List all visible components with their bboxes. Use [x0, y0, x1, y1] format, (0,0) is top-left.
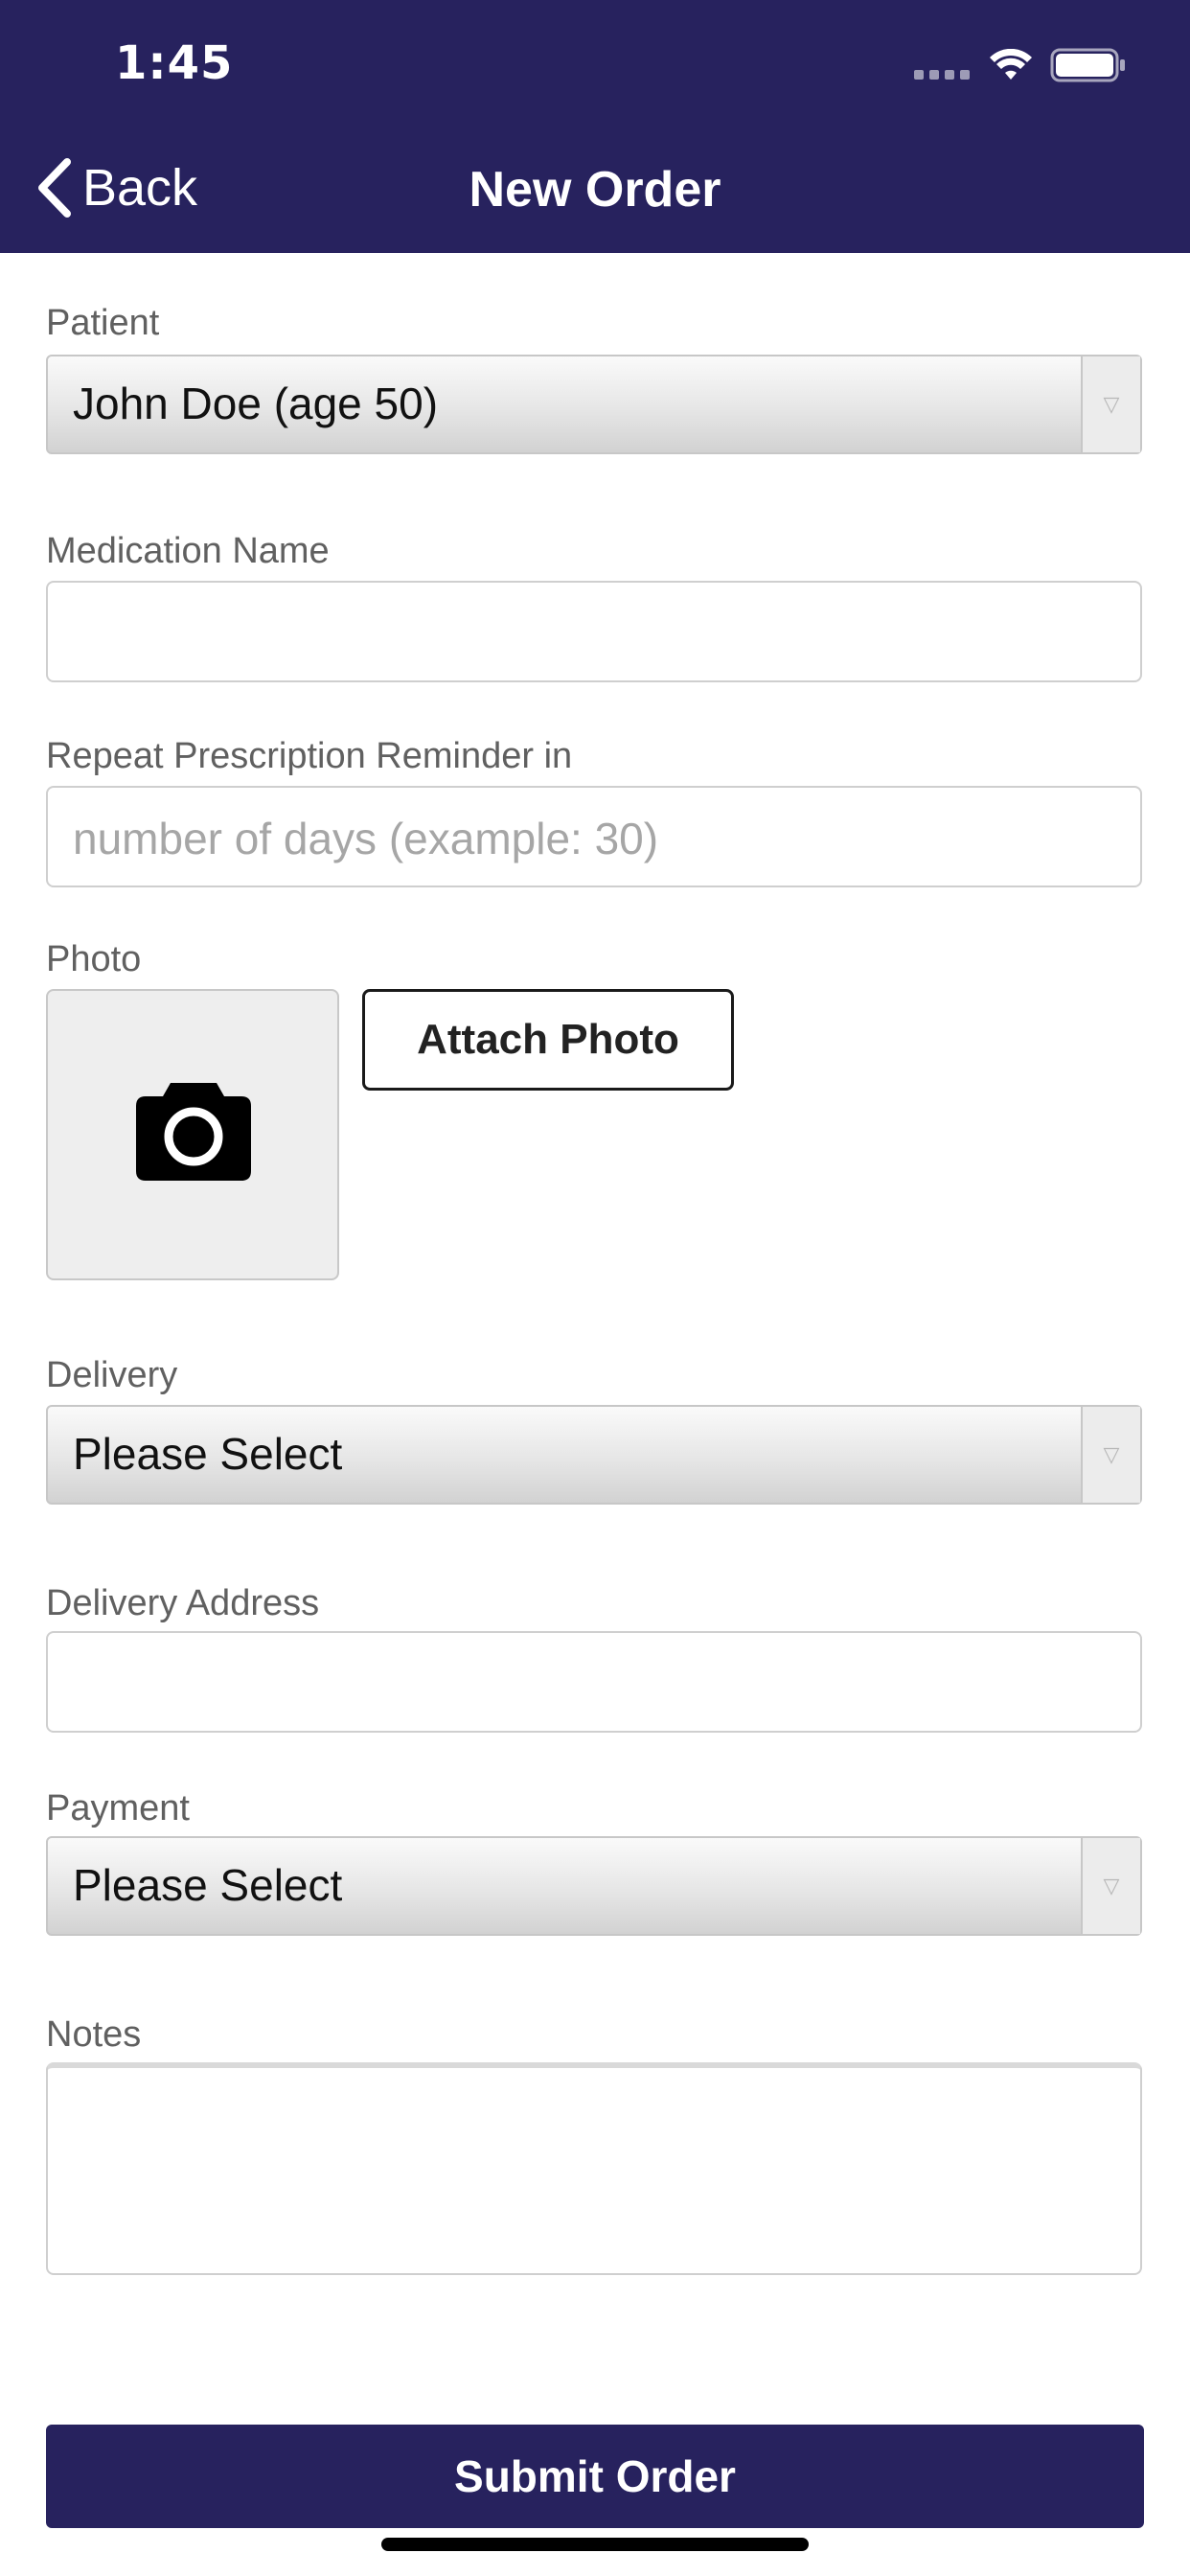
notes-textarea[interactable] [46, 2062, 1142, 2275]
delivery-select-value: Please Select [73, 1429, 343, 1479]
reminder-days-input[interactable]: number of days (example: 30) [46, 786, 1142, 887]
wifi-icon [990, 49, 1032, 80]
chevron-down-icon: ▽ [1081, 356, 1140, 452]
patient-select-value: John Doe (age 50) [73, 379, 439, 428]
app-header: 1:45 Back New Order [0, 0, 1190, 253]
delivery-address-label: Delivery Address [46, 1583, 320, 1623]
reminder-days-placeholder: number of days (example: 30) [73, 814, 659, 863]
chevron-down-icon: ▽ [1081, 1838, 1140, 1934]
status-icons [914, 46, 1127, 84]
cellular-signal-icon [914, 51, 970, 80]
home-indicator [381, 2538, 809, 2551]
reminder-label: Repeat Prescription Reminder in [46, 736, 573, 776]
notes-label: Notes [46, 2014, 142, 2055]
medication-name-label: Medication Name [46, 531, 330, 571]
delivery-select[interactable]: Please Select ▽ [46, 1405, 1142, 1505]
medication-name-input[interactable] [46, 581, 1142, 682]
payment-select-value: Please Select [73, 1860, 343, 1910]
payment-label: Payment [46, 1788, 190, 1828]
page-title: New Order [469, 162, 721, 218]
delivery-label: Delivery [46, 1355, 178, 1395]
patient-label: Patient [46, 303, 160, 343]
payment-select[interactable]: Please Select ▽ [46, 1836, 1142, 1936]
status-time: 1:45 [115, 36, 234, 90]
photo-preview[interactable] [46, 989, 339, 1280]
camera-icon [136, 1083, 251, 1181]
chevron-down-icon: ▽ [1081, 1407, 1140, 1503]
delivery-address-input[interactable] [46, 1631, 1142, 1733]
battery-icon [1050, 48, 1125, 82]
submit-order-button[interactable]: Submit Order [46, 2425, 1144, 2528]
photo-label: Photo [46, 939, 142, 979]
attach-photo-button[interactable]: Attach Photo [362, 989, 734, 1091]
patient-select[interactable]: John Doe (age 50) ▽ [46, 355, 1142, 454]
